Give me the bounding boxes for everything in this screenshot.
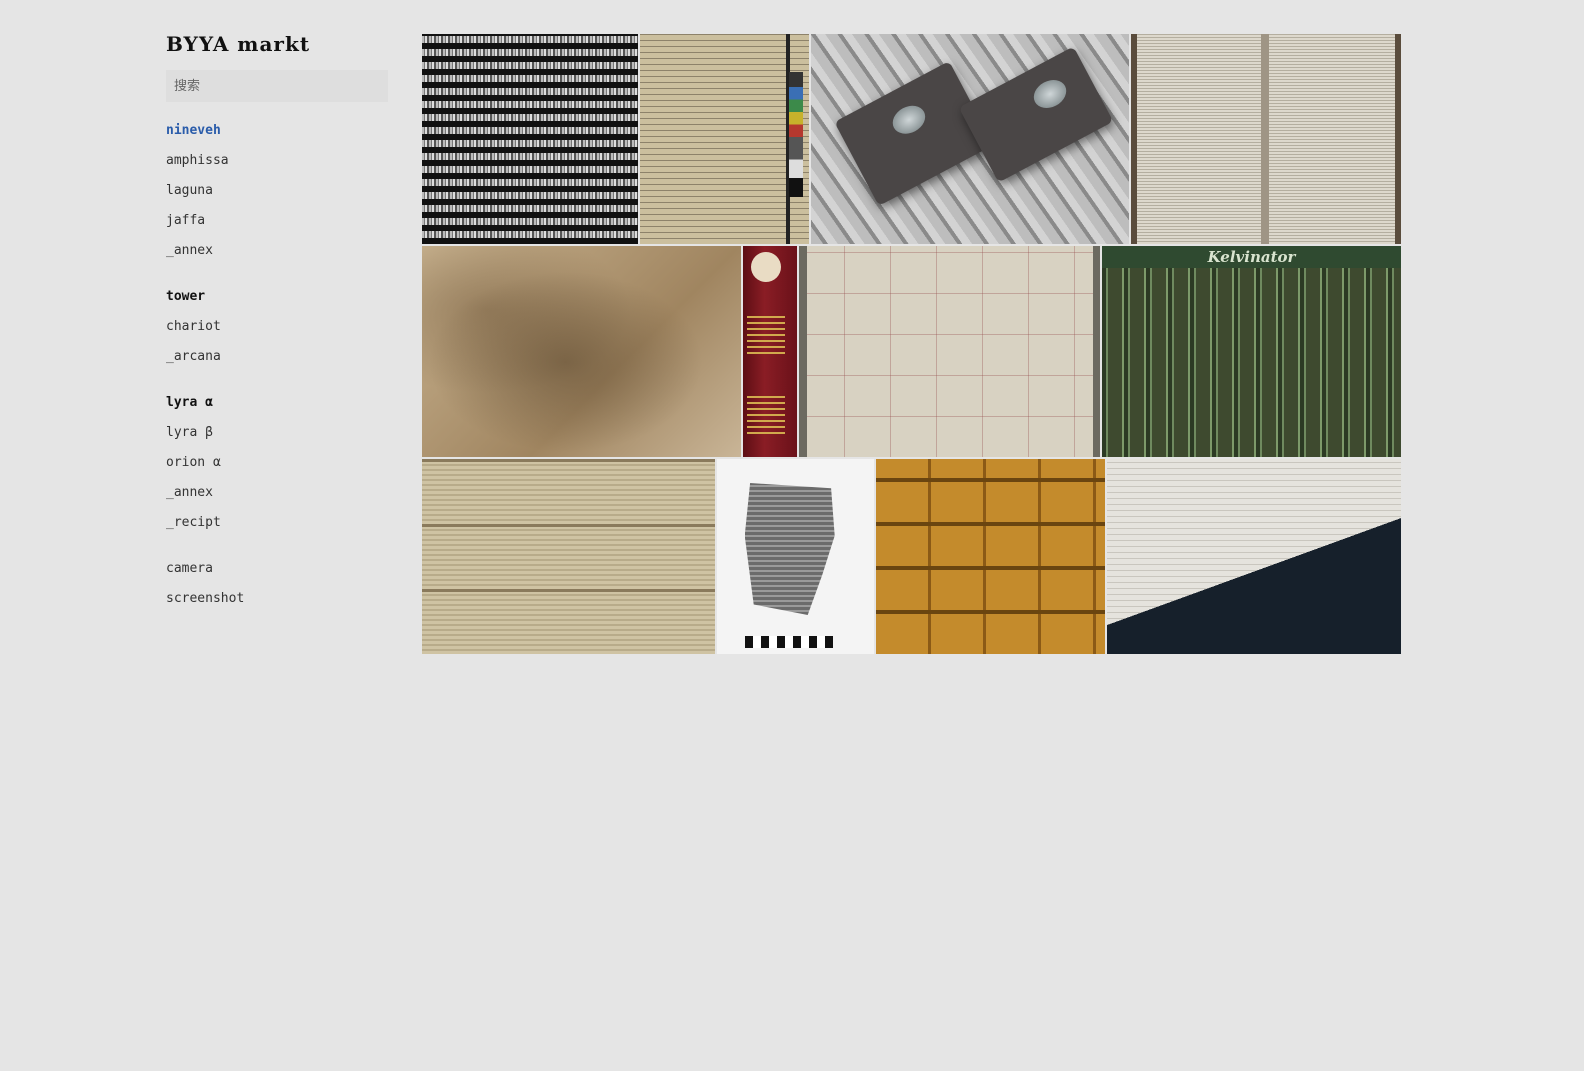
nav-item-amphissa[interactable]: amphissa — [166, 146, 388, 176]
color-calibration-strip — [789, 72, 803, 197]
chip — [834, 61, 994, 206]
gallery-row — [422, 34, 1401, 244]
nav-item-annex-2[interactable]: _annex — [166, 478, 388, 508]
nav-item-tower[interactable]: tower — [166, 282, 388, 312]
gallery-image-clay-tablet[interactable] — [716, 459, 874, 654]
nav-item-lyra-beta[interactable]: lyra β — [166, 418, 388, 448]
site-logo[interactable]: BYYA markt — [166, 28, 388, 60]
nav-group-3: lyra α lyra β orion α _annex _recipt — [166, 388, 388, 538]
nav-item-screenshot[interactable]: screenshot — [166, 584, 388, 614]
search-input[interactable] — [166, 70, 388, 102]
chip-window — [887, 100, 931, 140]
nav-item-laguna[interactable]: laguna — [166, 176, 388, 206]
nav-item-nineveh[interactable]: nineveh — [166, 116, 388, 146]
gallery-image-inscribed-stone[interactable] — [422, 246, 741, 457]
spine-label — [751, 252, 781, 282]
image-gallery: Kelvinator — [422, 34, 1402, 656]
chip-window — [1028, 74, 1072, 114]
spine-band — [747, 396, 785, 434]
nav-item-arcana[interactable]: _arcana — [166, 342, 388, 372]
nav-item-jaffa[interactable]: jaffa — [166, 206, 388, 236]
gallery-row — [422, 459, 1402, 654]
scale-bar — [744, 636, 833, 648]
gallery-image-open-book[interactable] — [1131, 34, 1401, 244]
gallery-image-manuscript-ledger[interactable] — [640, 34, 809, 244]
nav-item-orion-alpha[interactable]: orion α — [166, 448, 388, 478]
gallery-image-eprom-chips[interactable] — [811, 34, 1129, 244]
sidebar: BYYA markt nineveh amphissa laguna jaffa… — [166, 28, 388, 630]
tablet-fragment — [744, 483, 835, 615]
nav-group-1: nineveh amphissa laguna jaffa _annex — [166, 116, 388, 266]
gallery-image-atlas-map[interactable] — [799, 246, 1100, 457]
kelvinator-header: Kelvinator — [1207, 248, 1296, 266]
nav-item-annex[interactable]: _annex — [166, 236, 388, 266]
nav-item-recipt[interactable]: _recipt — [166, 508, 388, 538]
nav-group-2: tower chariot _arcana — [166, 282, 388, 372]
nav-item-chariot[interactable]: chariot — [166, 312, 388, 342]
gallery-image-book-spine[interactable] — [743, 246, 797, 457]
gallery-image-punch-card[interactable] — [1107, 459, 1402, 654]
nav-item-camera[interactable]: camera — [166, 554, 388, 584]
nav-group-4: camera screenshot — [166, 554, 388, 614]
gallery-image-spectrogram[interactable] — [422, 34, 638, 244]
gallery-image-card-catalog[interactable] — [875, 459, 1106, 654]
chip — [958, 46, 1114, 183]
gallery-row: Kelvinator — [422, 246, 1401, 457]
spine-band — [747, 316, 785, 354]
gallery-image-kelvinator-microfiche[interactable]: Kelvinator — [1102, 246, 1401, 457]
gallery-image-inscribed-wall[interactable] — [422, 459, 715, 654]
nav-item-lyra-alpha[interactable]: lyra α — [166, 388, 388, 418]
